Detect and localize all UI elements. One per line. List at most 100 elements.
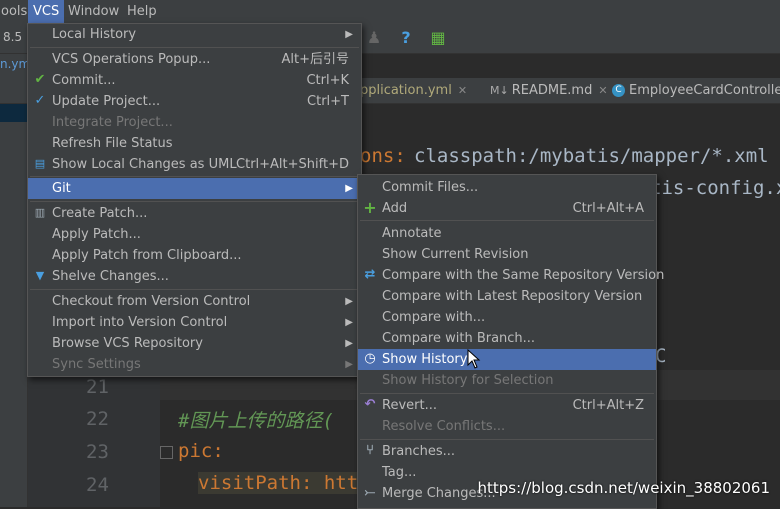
menu-item-revert[interactable]: ↶ Revert... Ctrl+Alt+Z [358,395,656,416]
menu-item-show-local-changes-uml[interactable]: ▤ Show Local Changes as UML Ctrl+Alt+Shift… [28,154,361,175]
mouse-cursor-icon [467,349,481,369]
menu-item-compare-with[interactable]: Compare with... [358,307,656,328]
menu-item-shortcut: Ctrl+Alt+Shift+D [236,157,349,172]
menu-window[interactable]: Window [63,0,124,23]
menu-item-label: Tag... [382,465,417,480]
menu-item-import[interactable]: Import into Version Control ▶ [28,312,361,333]
menu-item-label: Annotate [382,226,442,241]
menu-separator [360,439,654,440]
menu-item-label: Create Patch... [52,206,148,221]
menu-item-label: Local History [52,27,137,42]
menu-item-label: Apply Patch... [52,227,141,242]
menu-item-update-project[interactable]: ✓ Update Project... Ctrl+T [28,91,361,112]
version-selector[interactable]: 8.5 [0,28,27,47]
code-line-comment: #图片上传的路径( [178,410,334,432]
git-submenu: Commit Files... + Add Ctrl+Alt+A Annotate … [357,174,665,509]
menu-item-compare-branch[interactable]: Compare with Branch... [358,328,656,349]
menu-item-checkout[interactable]: Checkout from Version Control ▶ [28,291,361,312]
branches-icon: ⑂ [366,443,374,458]
menu-item-label: Apply Patch from Clipboard... [52,248,242,263]
submenu-arrow-icon: ▶ [345,183,353,194]
tab-readme[interactable]: M↓ README.md ✕ [490,78,608,103]
menu-item-label: Show Local Changes as UML [52,157,237,172]
close-icon[interactable]: ✕ [598,84,607,97]
submenu-arrow-icon: ▶ [345,338,353,349]
menu-item-label: Commit Files... [382,180,479,195]
history-icon: ◷ [364,351,376,366]
menu-item-label: Shelve Changes... [52,269,169,284]
uml-icon: ▤ [34,157,46,170]
watermark: https://blog.csdn.net/weixin_38802061 [477,479,770,497]
menu-item-integrate-project: Integrate Project... [28,112,361,133]
menu-item-apply-patch-clipboard[interactable]: Apply Patch from Clipboard... [28,245,361,266]
code-fragment: tis-config.x [650,177,780,199]
menu-separator [360,220,654,221]
menu-item-label: Show History [382,352,468,367]
line-number: 22 [86,408,109,430]
menu-item-show-history[interactable]: ◷ Show History [358,349,656,370]
menu-item-label: Compare with the Same Repository Version [382,268,665,283]
code-fragment: classpath:/mybatis/mapper/*.xml [414,145,769,167]
menu-item-commit[interactable]: ✔ Commit... Ctrl+K [28,70,361,91]
menu-item-show-history-selection: Show History for Selection [358,370,656,391]
menu-item-shortcut: Alt+后引号 [281,52,350,67]
menu-item-browse-vcs[interactable]: Browse VCS Repository ▶ [28,333,361,354]
menu-item-add[interactable]: + Add Ctrl+Alt+A [358,198,656,219]
menu-item-label: Resolve Conflicts... [382,419,506,434]
menu-help[interactable]: Help [122,0,162,23]
menu-item-label: Browse VCS Repository [52,336,203,351]
close-icon[interactable]: ✕ [458,84,467,97]
menu-item-label: Integrate Project... [52,115,173,130]
menu-vcs[interactable]: VCS [28,0,65,23]
menu-item-refresh-file-status[interactable]: Refresh File Status [28,133,361,154]
line-number: 23 [86,441,109,463]
tab-application-yml[interactable]: application.yml ✕ [352,78,467,103]
menu-bar: ools VCS Window Help [0,0,780,23]
submenu-arrow-icon: ▶ [345,317,353,328]
menu-item-show-current-revision[interactable]: Show Current Revision [358,244,656,265]
menu-item-label: Compare with... [382,310,486,325]
menu-separator [30,47,359,48]
menu-item-label: Compare with Branch... [382,331,536,346]
menu-item-label: Checkout from Version Control [52,294,251,309]
menu-item-shortcut: Ctrl+T [307,94,349,109]
menu-separator [30,176,359,177]
shelve-icon: ▼ [35,269,45,282]
tab-label: README.md [511,83,593,98]
revert-icon: ↶ [364,397,376,412]
menu-item-compare-latest-repo[interactable]: Compare with Latest Repository Version [358,286,656,307]
patch-icon: ▥ [34,206,46,219]
menu-item-create-patch[interactable]: ▥ Create Patch... [28,203,361,224]
menu-separator [360,393,654,394]
compare-icon: ⇄ [364,267,376,282]
menu-separator [30,289,359,290]
fold-marker-icon[interactable] [160,446,173,459]
menu-item-apply-patch[interactable]: Apply Patch... [28,224,361,245]
submenu-arrow-icon: ▶ [345,296,353,307]
line-number: 21 [86,376,109,398]
menu-item-annotate[interactable]: Annotate [358,223,656,244]
menu-item-label: Branches... [382,444,456,459]
selected-row-strip [0,104,27,122]
tab-employee-card-controller[interactable]: C EmployeeCardController.j [612,78,780,103]
project-file-label[interactable]: n.ym [0,57,27,71]
menu-item-compare-same-repo[interactable]: ⇄ Compare with the Same Repository Versio… [358,265,665,286]
menu-item-resolve-conflicts: Resolve Conflicts... [358,416,656,437]
sdk-icon[interactable]: ▦ [428,28,448,48]
user-icon[interactable]: ♟ [364,28,384,48]
menu-item-vcs-operations-popup[interactable]: VCS Operations Popup... Alt+后引号 [28,49,361,70]
help-icon[interactable]: ? [396,28,416,48]
menu-item-shortcut: Ctrl+Alt+A [572,201,644,216]
tab-label: application.yml [352,83,452,98]
menu-item-label: Update Project... [52,94,161,109]
menu-item-commit-files[interactable]: Commit Files... [358,177,656,198]
menu-item-git[interactable]: Git ▶ [28,178,361,199]
menu-item-local-history[interactable]: Local History ▶ [28,24,361,45]
menu-item-shelve-changes[interactable]: ▼ Shelve Changes... [28,266,361,287]
menu-item-label: Import into Version Control [52,315,228,330]
vcs-menu: Local History ▶ VCS Operations Popup... Al… [27,23,362,377]
code-line-key: pic: [178,440,224,462]
menu-item-shortcut: Ctrl+Alt+Z [572,398,644,413]
menu-item-label: Revert... [382,398,437,413]
menu-item-branches[interactable]: ⑂ Branches... [358,441,656,462]
